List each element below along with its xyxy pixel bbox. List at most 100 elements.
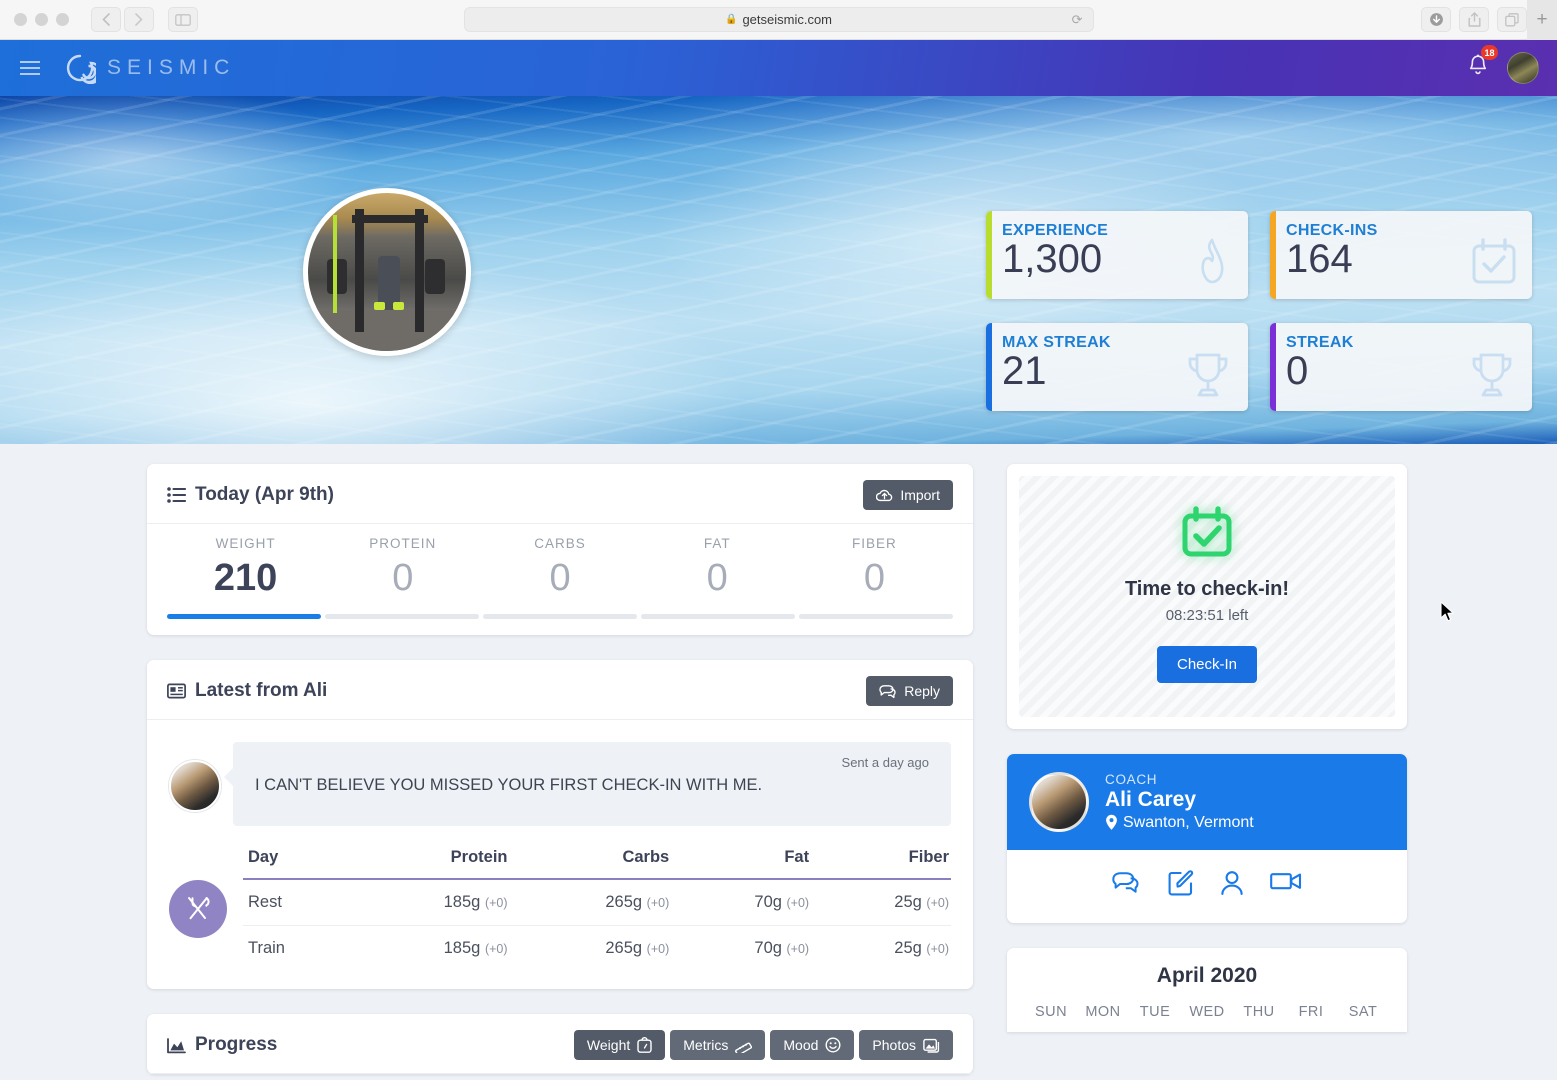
- today-title-text: Today (Apr 9th): [195, 484, 334, 505]
- delta: (+0): [484, 942, 508, 956]
- sidebar-icon: [175, 13, 191, 26]
- brand-text: SEISMIC: [107, 56, 236, 79]
- cell-day: Train: [248, 939, 285, 957]
- message-bubble: Sent a day ago I CAN'T BELIEVE YOU MISSE…: [224, 742, 951, 826]
- value: 70g: [754, 893, 782, 911]
- value: 25g: [894, 893, 922, 911]
- import-label: Import: [900, 487, 940, 503]
- brand-logo[interactable]: SEISMIC: [64, 52, 235, 84]
- cell-fat: 70g (+0): [671, 926, 811, 972]
- video-icon: [1270, 873, 1302, 890]
- value: 25g: [894, 939, 922, 957]
- nutrition-table: Day Protein Carbs Fat Fiber Rest 185g (+…: [243, 848, 951, 971]
- message-timestamp: Sent a day ago: [841, 755, 929, 770]
- progress-tabs: Weight Metrics Mood Photos: [573, 1030, 953, 1060]
- note-coach-button[interactable]: [1168, 870, 1194, 901]
- coach-action-bar: [1007, 850, 1407, 923]
- stat-accent-streak: [1270, 323, 1276, 411]
- tab-weight[interactable]: Weight: [573, 1030, 666, 1060]
- table-row: Train 185g (+0) 265g (+0) 70g (+0) 25g (…: [243, 926, 951, 972]
- macro-bar-protein: [325, 614, 479, 619]
- downloads-button[interactable]: [1421, 7, 1451, 32]
- calendar-weekday-row: SUN MON TUE WED THU FRI SAT: [1025, 1004, 1389, 1032]
- value: 265g: [605, 939, 643, 957]
- macro-weight: WEIGHT 210: [167, 536, 324, 614]
- comments-icon: [1112, 872, 1139, 893]
- video-call-coach-button[interactable]: [1270, 870, 1302, 901]
- tab-mood[interactable]: Mood: [770, 1030, 855, 1060]
- cloud-upload-icon: [876, 489, 893, 501]
- progress-card: Progress Weight Metrics Mood Photos: [147, 1014, 973, 1074]
- forward-button[interactable]: [124, 7, 154, 32]
- macro-bar-fiber: [799, 614, 953, 619]
- macro-label: WEIGHT: [215, 536, 276, 551]
- tab-photos[interactable]: Photos: [859, 1030, 953, 1060]
- calendar-dow-wed: WED: [1189, 1004, 1225, 1020]
- macro-value: 210: [213, 557, 278, 599]
- delta: (+0): [786, 942, 810, 956]
- calendar-dow-mon: MON: [1085, 1004, 1121, 1020]
- reload-button[interactable]: ⟳: [1072, 12, 1083, 28]
- cell-protein: 185g (+0): [347, 879, 510, 926]
- hamburger-icon[interactable]: [20, 61, 40, 75]
- stat-cards: EXPERIENCE 1,300 CHECK-INS 164 MAX STREA…: [986, 211, 1532, 411]
- share-button[interactable]: [1459, 7, 1489, 32]
- delta: (+0): [646, 896, 670, 910]
- macro-bar-fat: [641, 614, 795, 619]
- reply-button[interactable]: Reply: [866, 676, 953, 706]
- edit-icon: [1168, 870, 1194, 896]
- check-in-button[interactable]: Check-In: [1156, 646, 1258, 683]
- share-icon: [1468, 12, 1480, 27]
- show-sidebar-button[interactable]: [168, 7, 198, 32]
- tab-overview-button[interactable]: [1497, 7, 1527, 32]
- window-traffic-lights[interactable]: [14, 13, 69, 26]
- coach-message-avatar[interactable]: [169, 760, 221, 812]
- value: 70g: [754, 939, 782, 957]
- message-text: I CAN'T BELIEVE YOU MISSED YOUR FIRST CH…: [255, 776, 763, 794]
- calendar-dow-fri: FRI: [1298, 1004, 1324, 1020]
- stat-card-checkins[interactable]: CHECK-INS 164: [1270, 211, 1532, 299]
- macro-bar-carbs: [483, 614, 637, 619]
- tab-metrics[interactable]: Metrics: [670, 1030, 766, 1060]
- calendar-card: April 2020 SUN MON TUE WED THU FRI SAT: [1007, 948, 1407, 1032]
- stat-card-experience[interactable]: EXPERIENCE 1,300: [986, 211, 1248, 299]
- close-window-button[interactable]: [14, 13, 27, 26]
- avatar[interactable]: [1507, 52, 1539, 84]
- col-carbs: Carbs: [509, 848, 672, 880]
- address-bar[interactable]: 🔒 getseismic.com ⟳: [463, 7, 1094, 32]
- today-card: Today (Apr 9th) Import WEIGHT 210 PROTEI…: [147, 464, 973, 635]
- tab-photos-label: Photos: [872, 1037, 916, 1053]
- cell-protein: 185g (+0): [348, 926, 510, 972]
- scale-icon: [637, 1037, 652, 1053]
- back-button[interactable]: [91, 7, 121, 32]
- utensils-icon: [169, 880, 227, 938]
- trophy-icon: [1182, 350, 1234, 405]
- coach-message: Sent a day ago I CAN'T BELIEVE YOU MISSE…: [147, 720, 973, 826]
- main-column: Today (Apr 9th) Import WEIGHT 210 PROTEI…: [147, 464, 973, 1080]
- import-button[interactable]: Import: [863, 480, 953, 510]
- coach-profile-button[interactable]: [1220, 870, 1244, 901]
- checkin-countdown: 08:23:51 left: [1165, 607, 1249, 624]
- cell-carbs: 265g (+0): [510, 926, 672, 972]
- coach-avatar[interactable]: [1029, 772, 1089, 832]
- new-tab-button[interactable]: +: [1527, 0, 1557, 40]
- tab-metrics-label: Metrics: [683, 1037, 729, 1053]
- notifications-button[interactable]: 18: [1467, 45, 1498, 82]
- minimize-window-button[interactable]: [35, 13, 48, 26]
- navbar-right: 18: [1467, 45, 1539, 84]
- calendar-check-green-icon: [1179, 506, 1235, 562]
- stat-card-streak[interactable]: STREAK 0: [1270, 323, 1532, 411]
- profile-avatar[interactable]: [303, 188, 471, 356]
- chart-area-icon: [167, 1037, 186, 1053]
- maximize-window-button[interactable]: [56, 13, 69, 26]
- coach-card: COACH Ali Carey Swanton, Vermont: [1007, 754, 1407, 923]
- col-day: Day: [243, 848, 348, 880]
- reply-label: Reply: [904, 683, 940, 699]
- stat-card-max-streak[interactable]: MAX STREAK 21: [986, 323, 1248, 411]
- map-pin-icon: [1106, 814, 1117, 830]
- delta: (+0): [786, 896, 810, 910]
- delta: (+0): [926, 896, 949, 910]
- message-coach-button[interactable]: [1112, 870, 1142, 901]
- nutrition-plan: Day Protein Carbs Fat Fiber Rest 185g (+…: [147, 826, 973, 989]
- notification-badge: 18: [1481, 45, 1498, 60]
